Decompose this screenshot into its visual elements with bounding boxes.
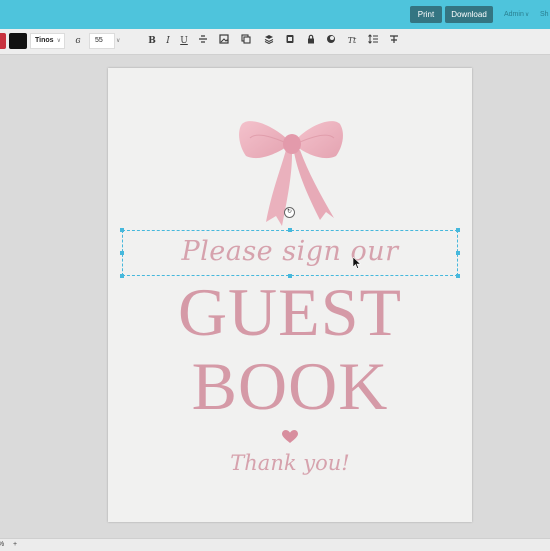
share-link[interactable]: Sh [540,6,549,23]
rotate-handle-icon[interactable]: ↻ [284,207,295,218]
closing-text[interactable]: Thank you! [108,451,472,475]
underline-icon[interactable]: U [178,34,190,48]
text-color-swatch[interactable] [9,33,27,49]
resize-handle-top-right[interactable] [456,228,460,232]
title-line-1[interactable]: GUEST [108,272,472,352]
zoom-level[interactable]: % [0,539,4,551]
image-icon[interactable] [218,34,230,48]
subtitle-text[interactable]: Please sign our [108,236,472,267]
chevron-down-icon: ∨ [56,38,61,44]
heart-icon[interactable] [282,430,298,444]
font-size-input[interactable]: 55 [89,33,115,49]
add-page-button[interactable]: + [13,539,17,551]
bottom-bar: % + [0,538,550,551]
font-size-chevron-icon[interactable]: ∨ [116,34,120,48]
layers-icon[interactable] [263,34,275,48]
color-swatch-secondary[interactable] [0,33,6,49]
clear-format-icon[interactable] [388,34,400,48]
text-case-icon[interactable]: Tt [346,34,358,48]
admin-label: Admin [504,11,524,18]
admin-menu[interactable]: Admin∨ [504,6,529,23]
download-button[interactable]: Download [445,6,493,23]
document-page[interactable]: ↻ Please sign our GUEST BOOK Thank you! [108,68,472,522]
mouse-cursor-icon [353,257,361,269]
top-bar: Print Download Admin∨ Sh [0,0,550,29]
title-line-2[interactable]: BOOK [108,346,472,426]
resize-handle-top-left[interactable] [120,228,124,232]
resize-handle-top[interactable] [288,228,292,232]
editor-toolbar: Tinos ∨ ɢ 55 ∨ B I U Tt [0,29,550,55]
lock-icon[interactable] [305,34,317,48]
font-family-select[interactable]: Tinos ∨ [30,33,65,49]
print-button[interactable]: Print [410,6,442,23]
duplicate-icon[interactable] [240,34,252,48]
vertical-align-icon[interactable] [197,34,209,48]
italic-icon[interactable]: I [162,34,174,48]
chevron-down-icon: ∨ [524,12,530,18]
effects-icon[interactable] [325,34,337,48]
font-family-value: Tinos [35,37,54,44]
bold-icon[interactable]: B [146,34,158,48]
line-height-icon[interactable] [367,34,379,48]
paste-icon[interactable] [284,34,296,48]
font-style-icon[interactable]: ɢ [72,34,84,48]
